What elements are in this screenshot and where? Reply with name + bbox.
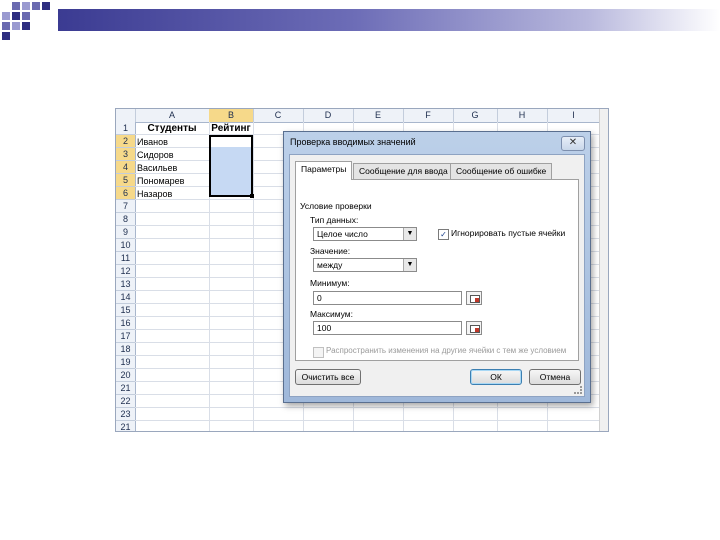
deco-square [2, 32, 10, 40]
chevron-down-icon[interactable]: ▼ [403, 228, 416, 240]
row-header[interactable]: 11 [116, 252, 136, 265]
row-header[interactable]: 13 [116, 278, 136, 291]
row-header[interactable]: 3 [116, 148, 136, 161]
resize-grip[interactable] [574, 386, 582, 394]
select-all-corner[interactable] [116, 109, 136, 122]
column-header-e[interactable]: E [353, 109, 404, 122]
ignore-blank-label: Игнорировать пустые ячейки [451, 228, 566, 238]
row-header[interactable]: 2 [116, 135, 136, 148]
row-header[interactable]: 14 [116, 291, 136, 304]
row-header[interactable]: 15 [116, 304, 136, 317]
check-icon: ✓ [440, 230, 447, 239]
row-header[interactable]: 20 [116, 369, 136, 382]
value-value: между [317, 260, 343, 270]
row-header[interactable]: 7 [116, 200, 136, 213]
apply-changes-checkbox[interactable] [313, 347, 324, 358]
value-select[interactable]: между ▼ [313, 258, 417, 272]
deco-square [2, 12, 10, 20]
row-header[interactable]: 22 [116, 395, 136, 408]
cell-a6[interactable]: Назаров [137, 188, 172, 200]
clear-all-button[interactable]: Очистить все [295, 369, 361, 385]
row-header[interactable]: 9 [116, 226, 136, 239]
apply-changes-label: Распространить изменения на другие ячейк… [326, 346, 567, 355]
column-header-b[interactable]: B [209, 109, 254, 122]
row-header[interactable]: 12 [116, 265, 136, 278]
gridline [253, 122, 254, 431]
row-header[interactable]: 5 [116, 174, 136, 187]
slide-decoration-squares [0, 0, 60, 40]
deco-square [12, 2, 20, 10]
data-validation-dialog: Проверка вводимых значений ✕ Параметры С… [283, 131, 591, 403]
maximum-label: Максимум: [310, 309, 354, 319]
row-header[interactable]: 8 [116, 213, 136, 226]
deco-square [32, 2, 40, 10]
vertical-scrollbar[interactable] [599, 109, 608, 431]
row-header[interactable]: 16 [116, 317, 136, 330]
cell-b1[interactable]: Рейтинг [209, 123, 253, 135]
row-header[interactable]: 17 [116, 330, 136, 343]
close-icon: ✕ [568, 137, 578, 148]
column-header-g[interactable]: G [453, 109, 498, 122]
row-header[interactable]: 18 [116, 343, 136, 356]
gridline [135, 420, 608, 421]
close-button[interactable]: ✕ [561, 136, 585, 151]
data-type-select[interactable]: Целое число ▼ [313, 227, 417, 241]
settings-panel: Условие проверки Тип данных: Целое число… [295, 179, 579, 361]
row-header[interactable]: 23 [116, 408, 136, 421]
maximum-field[interactable]: 100 [313, 321, 462, 335]
deco-square [22, 12, 30, 20]
cell-a5[interactable]: Пономарев [137, 175, 184, 187]
deco-square [2, 22, 10, 30]
ok-button[interactable]: ОК [470, 369, 522, 385]
column-header-i[interactable]: I [547, 109, 601, 122]
deco-square [12, 12, 20, 20]
fill-handle[interactable] [250, 194, 254, 198]
row-header[interactable]: 1 [116, 122, 136, 135]
minimum-field[interactable]: 0 [313, 291, 462, 305]
data-type-value: Целое число [317, 229, 368, 239]
column-header-row: A B C D E F G H I [116, 109, 608, 123]
tab-error-alert[interactable]: Сообщение об ошибке [450, 163, 553, 179]
row-header[interactable]: 19 [116, 356, 136, 369]
data-type-label: Тип данных: [310, 215, 359, 225]
chevron-down-icon[interactable]: ▼ [403, 259, 416, 271]
deco-square [12, 22, 20, 30]
row-header[interactable]: 6 [116, 187, 136, 200]
minimum-label: Минимум: [310, 278, 350, 288]
column-header-f[interactable]: F [403, 109, 454, 122]
row-header[interactable]: 4 [116, 161, 136, 174]
cancel-button[interactable]: Отмена [529, 369, 581, 385]
row-header[interactable]: 21 [116, 421, 136, 431]
tab-input-message[interactable]: Сообщение для ввода [353, 163, 454, 179]
column-header-h[interactable]: H [497, 109, 548, 122]
dialog-title: Проверка вводимых значений [290, 137, 416, 147]
deco-square [42, 2, 50, 10]
slide-title-bar [58, 9, 720, 31]
deco-square [22, 22, 30, 30]
cell-a4[interactable]: Васильев [137, 162, 177, 174]
dialog-body: Параметры Сообщение для ввода Сообщение … [289, 154, 585, 397]
tab-settings[interactable]: Параметры [295, 161, 353, 180]
deco-square [22, 2, 30, 10]
gridline [135, 407, 608, 408]
row-header[interactable]: 10 [116, 239, 136, 252]
cell-a1[interactable]: Студенты [135, 123, 209, 135]
row-header[interactable]: 21 [116, 382, 136, 395]
selected-range[interactable] [209, 135, 253, 197]
range-select-icon[interactable] [466, 291, 482, 305]
active-cell[interactable] [211, 137, 251, 147]
section-label: Условие проверки [300, 201, 372, 211]
column-header-d[interactable]: D [303, 109, 354, 122]
range-select-icon[interactable] [466, 321, 482, 335]
column-header-c[interactable]: C [253, 109, 304, 122]
cell-a3[interactable]: Сидоров [137, 149, 174, 161]
value-label: Значение: [310, 246, 351, 256]
cell-a2[interactable]: Иванов [137, 136, 168, 148]
ignore-blank-checkbox[interactable]: ✓ [438, 229, 449, 240]
column-header-a[interactable]: A [135, 109, 210, 122]
